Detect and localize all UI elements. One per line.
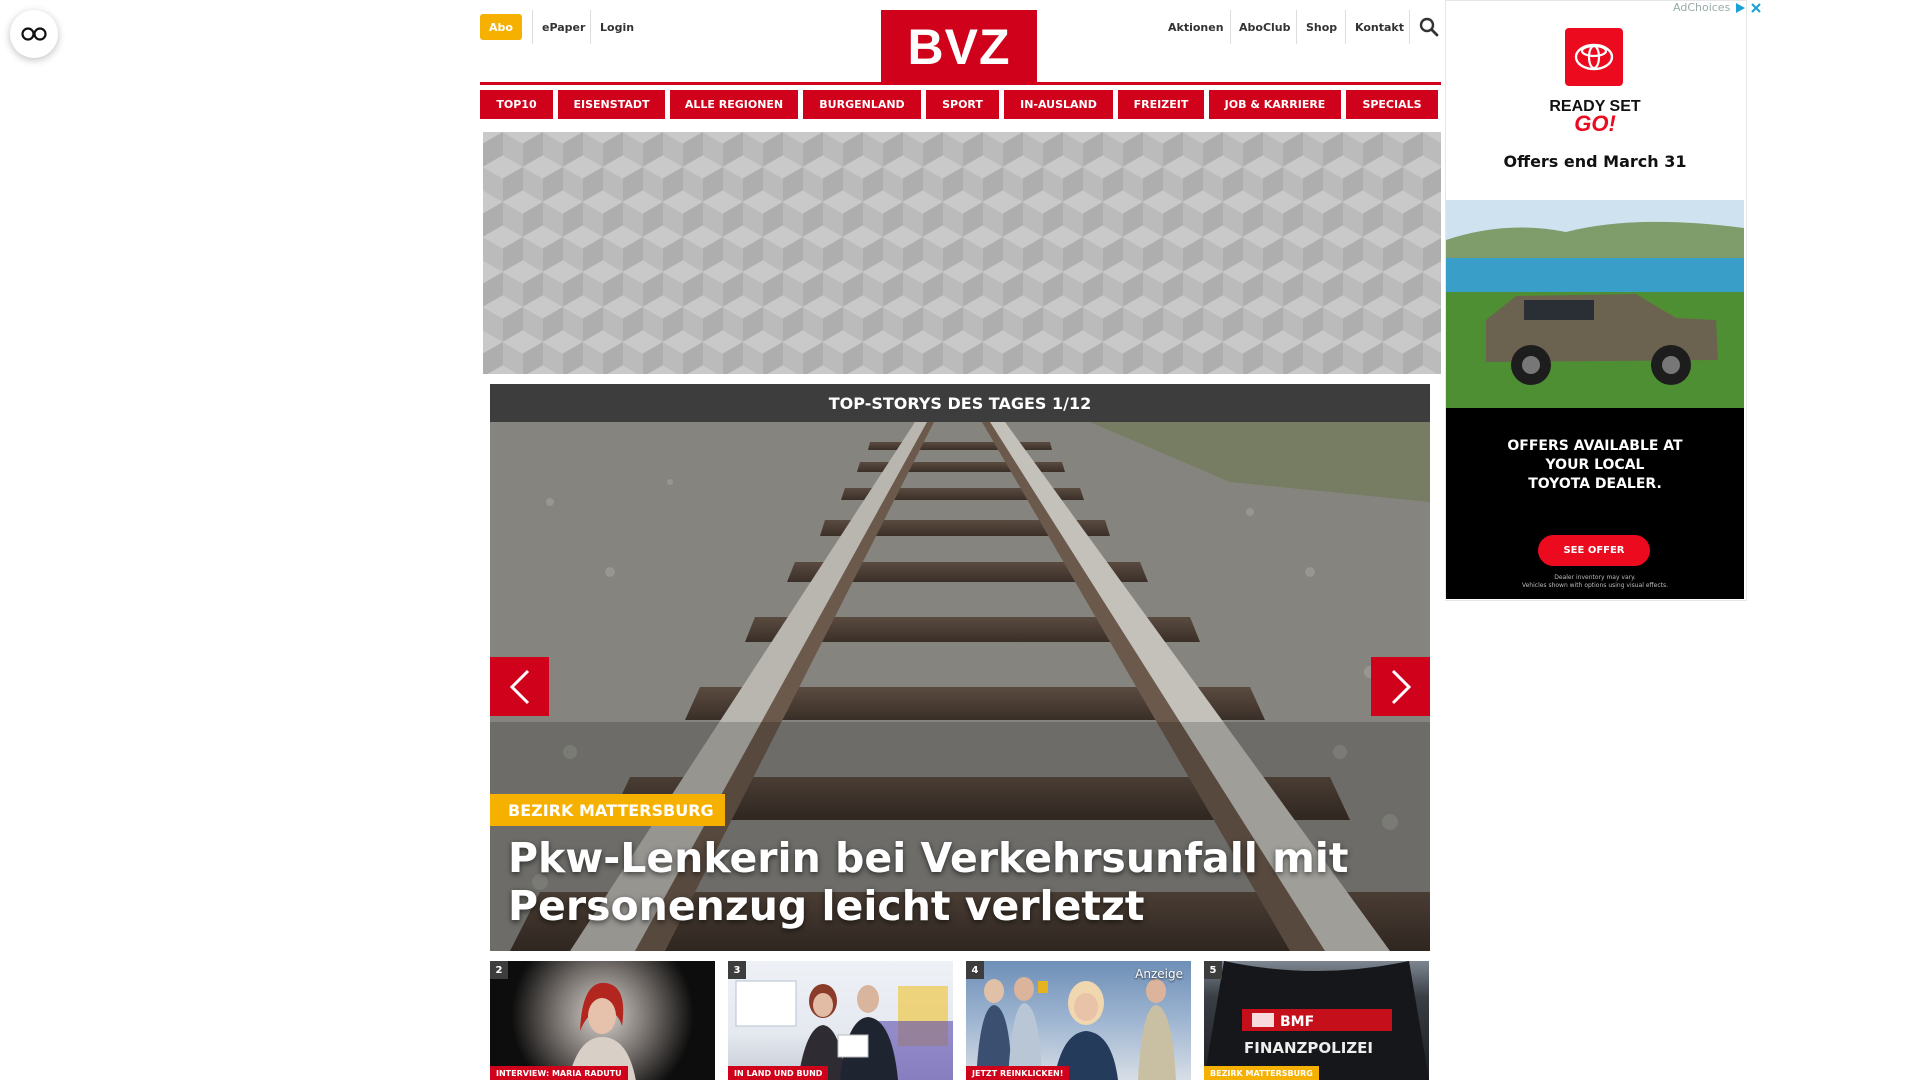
slider-prev-button[interactable] — [490, 657, 549, 716]
nav-alle-regionen[interactable]: ALLE REGIONEN — [670, 90, 798, 119]
ad-fine-print: Dealer inventory may vary. Vehicles show… — [1446, 574, 1744, 590]
chevron-left-icon — [509, 669, 529, 704]
hero-category-badge[interactable]: BEZIRK MATTERSBURG — [490, 794, 725, 826]
hero-headline[interactable]: Pkw-Lenkerin bei Verkehrsunfall mit Pers… — [508, 834, 1388, 930]
ad-go-text: GO! — [1574, 111, 1616, 136]
divider — [1296, 10, 1297, 44]
thumb-category: INTERVIEW: MARIA RADUTU — [490, 1066, 628, 1080]
ad-body-line: OFFERS AVAILABLE AT — [1507, 438, 1683, 454]
thumb-category: JETZT REINKLICKEN! — [966, 1066, 1070, 1080]
main-nav: TOP10 EISENSTADT ALLE REGIONEN BURGENLAN… — [480, 90, 1441, 119]
topstories-heading: TOP-STORYS DES TAGES 1/12 — [490, 384, 1430, 422]
nav-in-ausland[interactable]: IN-AUSLAND — [1004, 90, 1113, 119]
divider — [1230, 10, 1231, 44]
portrait-woman-photo — [568, 982, 636, 1080]
epaper-link[interactable]: ePaper — [542, 14, 585, 40]
kontakt-link[interactable]: Kontakt — [1355, 14, 1404, 40]
abo-button[interactable]: Abo — [480, 14, 522, 40]
slider-next-button[interactable] — [1371, 657, 1430, 716]
thumb-number: 4 — [966, 961, 984, 979]
ad-truck-photo — [1446, 200, 1744, 408]
banner-ad-placeholder[interactable] — [483, 132, 1441, 374]
divider — [1409, 10, 1410, 44]
ad-fine-line: Vehicles shown with options using visual… — [1521, 582, 1669, 589]
adchoices-icon — [1736, 2, 1746, 13]
thumb-category: IN LAND UND BUND — [728, 1066, 829, 1080]
adchoices[interactable]: AdChoices — [1673, 1, 1762, 14]
toyota-truck-image — [1446, 200, 1744, 408]
shop-link[interactable]: Shop — [1306, 14, 1337, 40]
aktionen-link[interactable]: Aktionen — [1168, 14, 1224, 40]
divider — [532, 10, 533, 44]
toyota-logo — [1565, 28, 1623, 86]
nav-job-karriere[interactable]: JOB & KARRIERE — [1209, 90, 1341, 119]
see-offer-button[interactable]: SEE OFFER — [1538, 535, 1650, 566]
nav-sport[interactable]: SPORT — [926, 90, 999, 119]
accessibility-icon — [21, 27, 47, 41]
story-thumb-3[interactable]: 3 IN LAND UND BUND — [728, 961, 953, 1080]
search-button[interactable] — [1419, 17, 1439, 41]
divider — [590, 10, 591, 44]
finanzpolizei-vest-photo: BMF FINANZPOLIZEI — [1204, 961, 1429, 1080]
nav-top10[interactable]: TOP10 — [480, 90, 553, 119]
anzeige-label: Anzeige — [1135, 967, 1183, 981]
ad-headline: READY SET GO! — [1445, 98, 1745, 136]
nav-freizeit[interactable]: FREIZEIT — [1118, 90, 1204, 119]
thumb-number: 3 — [728, 961, 746, 979]
thumb-number: 2 — [490, 961, 508, 979]
accessibility-button[interactable] — [10, 10, 58, 58]
adchoices-label: AdChoices — [1673, 1, 1731, 14]
thumb-number: 5 — [1204, 961, 1222, 979]
header-divider — [480, 82, 1441, 85]
story-thumb-2[interactable]: 2 INTERVIEW: MARIA RADUTU — [490, 961, 715, 1080]
handover-photo — [735, 980, 953, 1080]
nav-eisenstadt[interactable]: EISENSTADT — [558, 90, 665, 119]
ad-body-line: YOUR LOCAL — [1545, 457, 1645, 473]
ad-body-line: TOYOTA DEALER. — [1528, 476, 1662, 492]
divider — [1345, 10, 1346, 44]
ad-fine-line: Dealer inventory may vary. — [1554, 574, 1636, 581]
thumb-category: BEZIRK MATTERSBURG — [1204, 1066, 1319, 1080]
svg-text:FINANZPOLIZEI: FINANZPOLIZEI — [1244, 1039, 1373, 1057]
search-icon — [1419, 17, 1439, 37]
svg-text:BMF: BMF — [1280, 1014, 1314, 1030]
story-thumb-5[interactable]: BMF FINANZPOLIZEI 5 BEZIRK MATTERSBURG — [1204, 961, 1429, 1080]
nav-burgenland[interactable]: BURGENLAND — [803, 90, 921, 119]
toyota-logo-icon — [1574, 43, 1614, 71]
nav-specials[interactable]: SPECIALS — [1346, 90, 1438, 119]
chevron-right-icon — [1391, 669, 1411, 704]
aboclub-link[interactable]: AboClub — [1239, 14, 1291, 40]
story-thumb-4[interactable]: 4 Anzeige JETZT REINKLICKEN! — [966, 961, 1191, 1080]
ad-body-text: OFFERS AVAILABLE AT YOUR LOCAL TOYOTA DE… — [1446, 437, 1744, 494]
site-logo[interactable]: BVZ — [881, 10, 1037, 84]
ad-offer-text: Offers end March 31 — [1503, 152, 1687, 171]
close-icon[interactable] — [1750, 2, 1762, 14]
login-link[interactable]: Login — [600, 14, 634, 40]
